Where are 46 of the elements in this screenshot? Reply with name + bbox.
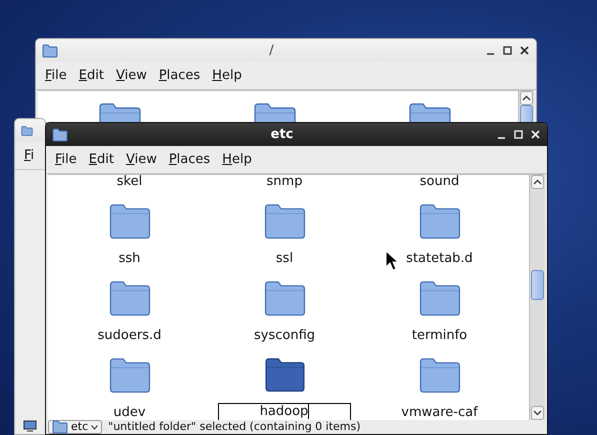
folder-icon	[408, 101, 452, 122]
close-icon[interactable]	[519, 45, 530, 56]
location-button[interactable]: etc	[48, 420, 102, 434]
folder-icon	[253, 101, 297, 122]
folder-icon	[52, 420, 68, 434]
folder-label: sysconfig	[252, 328, 316, 344]
status-text: "untitled folder" selected (containing 0 items)	[108, 421, 361, 433]
menu-item[interactable]: Places	[164, 150, 216, 169]
menu-item[interactable]: Edit	[74, 66, 109, 85]
folder-label: vmware-caf	[400, 405, 479, 420]
caret-icon	[91, 424, 98, 430]
folder-label: ssl	[274, 251, 294, 267]
folder-icon	[21, 124, 33, 138]
menu-item[interactable]: Fi	[19, 146, 40, 165]
folder-label: sound	[418, 175, 460, 190]
folder-label: statetab.d	[405, 251, 474, 267]
folder-icon	[98, 101, 142, 122]
scroll-thumb[interactable]	[531, 270, 544, 300]
folder-icon	[42, 44, 58, 58]
menu-item[interactable]: Places	[154, 66, 206, 85]
menu-item[interactable]: File	[50, 150, 82, 169]
scroll-down-icon[interactable]	[531, 406, 544, 420]
menu-item[interactable]: Edit	[84, 150, 119, 169]
maximize-icon[interactable]	[502, 45, 513, 56]
scroll-up-icon[interactable]	[520, 91, 533, 105]
scroll-thumb[interactable]	[520, 105, 533, 122]
scrollbar[interactable]	[518, 91, 534, 122]
mouse-pointer-icon	[385, 250, 399, 272]
menu-item[interactable]: Help	[207, 66, 247, 85]
folder-label: sudoers.d	[96, 328, 162, 344]
monitor-icon	[23, 420, 37, 432]
menu-item[interactable]: View	[110, 66, 152, 85]
folder-label: skel	[116, 175, 144, 190]
window-title: etc	[270, 127, 294, 142]
folder-icon	[52, 128, 68, 142]
menu-item[interactable]: View	[120, 150, 162, 169]
scrollbar[interactable]	[529, 175, 545, 420]
scroll-up-icon[interactable]	[531, 175, 544, 189]
menu-item[interactable]: File	[40, 66, 72, 85]
folder-label: ssh	[118, 251, 142, 267]
folder-label: udev	[112, 405, 147, 420]
menu-item[interactable]: Help	[217, 150, 257, 169]
rename-field[interactable]: hadoop	[218, 403, 351, 420]
window-title: /	[268, 43, 275, 58]
folder-label: terminfo	[410, 328, 468, 344]
folder-label: snmp	[266, 175, 304, 190]
